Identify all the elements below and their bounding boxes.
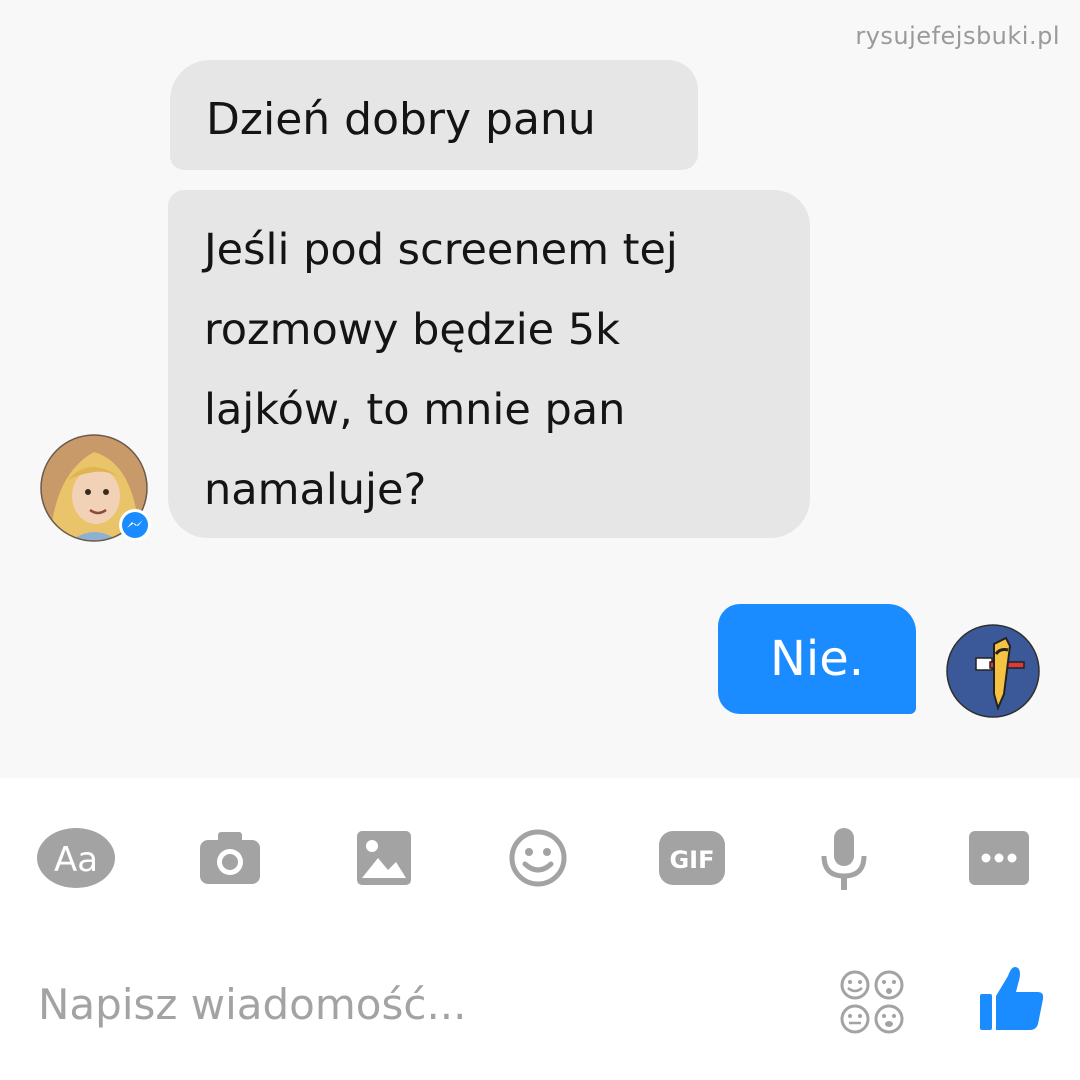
- incoming-message-2: Jeśli pod screenem tej rozmowy będzie 5k…: [168, 190, 810, 538]
- image-icon[interactable]: [356, 826, 412, 890]
- user-avatar[interactable]: [946, 624, 1040, 718]
- emoji-icon[interactable]: [508, 826, 568, 890]
- text-format-icon[interactable]: Aa: [36, 826, 116, 890]
- conversation-area: Dzień dobry panu Jeśli pod screenem tej …: [0, 0, 1080, 778]
- message-input[interactable]: Napisz wiadomość...: [38, 980, 467, 1029]
- more-icon[interactable]: [968, 826, 1030, 890]
- messenger-badge-icon: [119, 509, 151, 541]
- outgoing-message-1: Nie.: [718, 604, 916, 714]
- like-icon[interactable]: [976, 962, 1046, 1034]
- gif-icon[interactable]: GIF: [658, 826, 726, 890]
- composer-panel: [0, 778, 1080, 1080]
- text-format-label: Aa: [54, 840, 98, 880]
- camera-icon[interactable]: [198, 826, 262, 890]
- microphone-icon[interactable]: [818, 826, 870, 892]
- gif-label: GIF: [669, 846, 714, 874]
- reactions-icon[interactable]: [838, 968, 906, 1036]
- incoming-message-1: Dzień dobry panu: [170, 60, 698, 170]
